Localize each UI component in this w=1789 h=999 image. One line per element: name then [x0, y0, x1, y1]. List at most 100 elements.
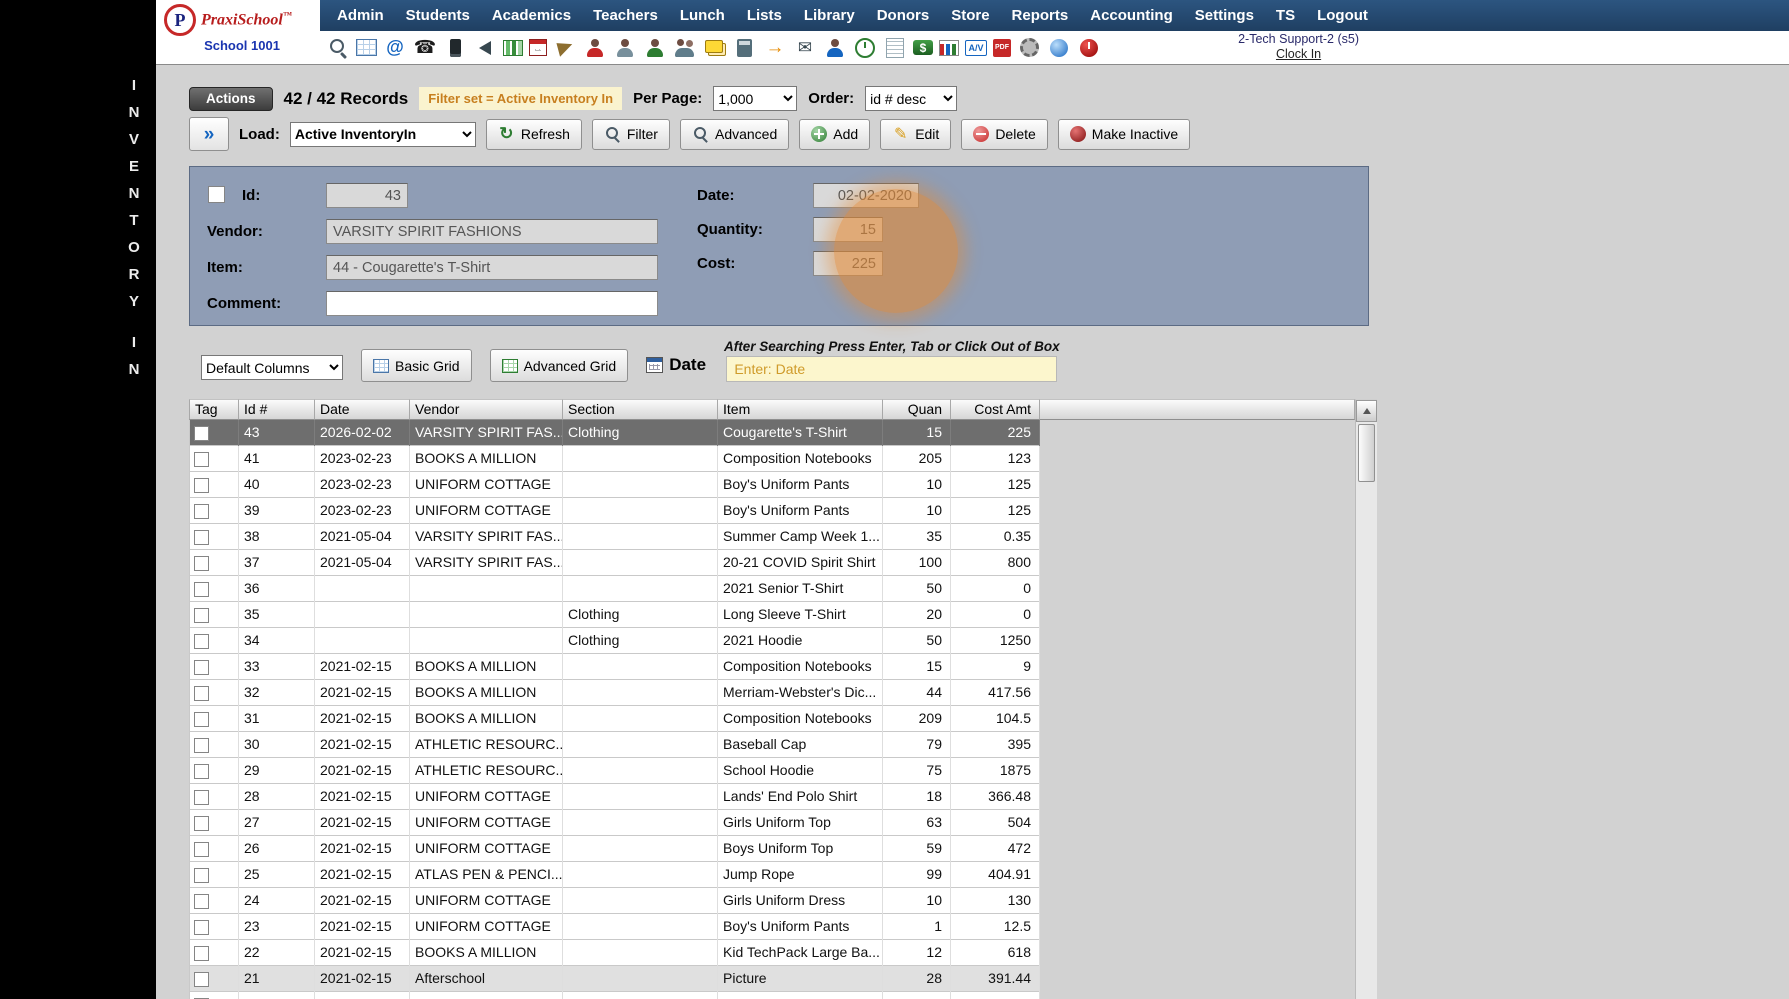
expand-menu-button[interactable]: »	[189, 117, 229, 151]
item-field[interactable]	[326, 255, 658, 280]
student-red-icon[interactable]	[583, 36, 607, 60]
table-row[interactable]: 43 2026-02-02 VARSITY SPIRIT FAS... Clot…	[189, 420, 1040, 446]
speaker-icon[interactable]	[473, 36, 497, 60]
table-row[interactable]: 26 2021-02-15 UNIFORM COTTAGE Boys Unifo…	[189, 836, 1040, 862]
table-row[interactable]: 33 2021-02-15 BOOKS A MILLION Compositio…	[189, 654, 1040, 680]
table-row[interactable]: 40 2023-02-23 UNIFORM COTTAGE Boy's Unif…	[189, 472, 1040, 498]
make-inactive-button[interactable]: Make Inactive	[1058, 119, 1190, 150]
table-row[interactable]: 27 2021-02-15 UNIFORM COTTAGE Girls Unif…	[189, 810, 1040, 836]
row-checkbox[interactable]	[194, 556, 209, 571]
form-tag-checkbox[interactable]	[208, 186, 225, 203]
table-row[interactable]: 32 2021-02-15 BOOKS A MILLION Merriam-We…	[189, 680, 1040, 706]
add-button[interactable]: Add	[799, 119, 870, 150]
mobile-icon[interactable]	[443, 36, 467, 60]
phone-icon[interactable]	[413, 36, 437, 60]
columns-select[interactable]: Default Columns	[201, 355, 343, 380]
people-blue-icon[interactable]	[823, 36, 847, 60]
nav-item[interactable]: Settings	[1184, 0, 1265, 31]
nav-item[interactable]: TS	[1265, 0, 1306, 31]
table-row[interactable]: 31 2021-02-15 BOOKS A MILLION Compositio…	[189, 706, 1040, 732]
col-quan[interactable]: Quan	[883, 399, 951, 420]
calendar-red-icon[interactable]	[529, 39, 547, 56]
filter-button[interactable]: Filter	[592, 119, 670, 150]
col-section[interactable]: Section	[563, 399, 718, 420]
calculator-icon[interactable]	[733, 36, 757, 60]
notes-icon[interactable]	[883, 36, 907, 60]
row-checkbox[interactable]	[194, 582, 209, 597]
row-checkbox[interactable]	[194, 946, 209, 961]
refresh-button[interactable]: Refresh	[486, 119, 582, 150]
date-search-input[interactable]	[726, 356, 1057, 382]
table-row[interactable]: 21 2021-02-15 Afterschool Picture 28 391…	[189, 966, 1040, 992]
chart-board-icon[interactable]	[503, 40, 523, 56]
nav-item[interactable]: Teachers	[582, 0, 669, 31]
people-icon[interactable]	[673, 36, 697, 60]
nav-item[interactable]: Lunch	[669, 0, 736, 31]
col-id[interactable]: Id #	[239, 399, 315, 420]
table-row[interactable]: 29 2021-02-15 ATHLETIC RESOURC... School…	[189, 758, 1040, 784]
globe-icon[interactable]	[1047, 36, 1071, 60]
pdf-icon[interactable]	[993, 39, 1011, 57]
basic-grid-button[interactable]: Basic Grid	[361, 349, 472, 382]
send-mail-icon[interactable]	[793, 36, 817, 60]
col-vendor[interactable]: Vendor	[410, 399, 563, 420]
nav-item[interactable]: Store	[940, 0, 1000, 31]
scrollbar-thumb[interactable]	[1358, 424, 1375, 482]
table-row[interactable]: 25 2021-02-15 ATLAS PEN & PENCI... Jump …	[189, 862, 1040, 888]
table-row[interactable]: 23 2021-02-15 UNIFORM COTTAGE Boy's Unif…	[189, 914, 1040, 940]
row-checkbox[interactable]	[194, 712, 209, 727]
forward-arrow-icon[interactable]	[763, 36, 787, 60]
row-checkbox[interactable]	[194, 816, 209, 831]
quantity-field[interactable]	[813, 217, 883, 242]
row-checkbox[interactable]	[194, 426, 209, 441]
col-tag[interactable]: Tag	[189, 399, 239, 420]
nav-item[interactable]: Students	[395, 0, 481, 31]
row-checkbox[interactable]	[194, 478, 209, 493]
search-icon[interactable]	[326, 36, 350, 60]
scroll-up-button[interactable]	[1356, 400, 1377, 422]
row-checkbox[interactable]	[194, 842, 209, 857]
table-scrollbar[interactable]	[1355, 399, 1377, 999]
row-checkbox[interactable]	[194, 764, 209, 779]
nav-item[interactable]: Logout	[1306, 0, 1379, 31]
col-cost-amt[interactable]: Cost Amt	[951, 399, 1040, 420]
clock-in-link[interactable]: Clock In	[1238, 47, 1359, 62]
edit-button[interactable]: Edit	[880, 119, 951, 150]
table-row[interactable]: 30 2021-02-15 ATHLETIC RESOURC... Baseba…	[189, 732, 1040, 758]
clock-icon[interactable]	[853, 36, 877, 60]
table-row[interactable]: 36 2021 Senior T-Shirt 50 0	[189, 576, 1040, 602]
table-row[interactable]: 28 2021-02-15 UNIFORM COTTAGE Lands' End…	[189, 784, 1040, 810]
nav-item[interactable]: Donors	[866, 0, 941, 31]
row-checkbox[interactable]	[194, 868, 209, 883]
row-checkbox[interactable]	[194, 920, 209, 935]
nav-item[interactable]: Academics	[481, 0, 582, 31]
nav-item[interactable]: Lists	[736, 0, 793, 31]
delete-button[interactable]: Delete	[961, 119, 1047, 150]
vendor-field[interactable]	[326, 219, 658, 244]
date-field[interactable]	[813, 183, 919, 208]
praxischool-logo-icon[interactable]: P	[164, 4, 196, 36]
table-row[interactable]: 24 2021-02-15 UNIFORM COTTAGE Girls Unif…	[189, 888, 1040, 914]
table-row[interactable]: 38 2021-05-04 VARSITY SPIRIT FAS... Summ…	[189, 524, 1040, 550]
row-checkbox[interactable]	[194, 738, 209, 753]
payment-icon[interactable]	[913, 40, 933, 55]
nav-item[interactable]: Library	[793, 0, 866, 31]
table-row[interactable]: 39 2023-02-23 UNIFORM COTTAGE Boy's Unif…	[189, 498, 1040, 524]
id-field[interactable]	[326, 183, 408, 208]
table-row[interactable]: 41 2023-02-23 BOOKS A MILLION Compositio…	[189, 446, 1040, 472]
power-icon[interactable]	[1077, 36, 1101, 60]
av-icon[interactable]	[965, 40, 987, 56]
nav-item[interactable]: Admin	[326, 0, 395, 31]
per-page-select[interactable]: 1,000	[713, 86, 797, 111]
row-checkbox[interactable]	[194, 452, 209, 467]
col-item[interactable]: Item	[718, 399, 883, 420]
cost-field[interactable]	[813, 251, 883, 276]
row-checkbox[interactable]	[194, 504, 209, 519]
grid-icon[interactable]	[356, 39, 377, 56]
row-checkbox[interactable]	[194, 972, 209, 987]
row-checkbox[interactable]	[194, 608, 209, 623]
row-checkbox[interactable]	[194, 894, 209, 909]
cards-icon[interactable]	[703, 36, 727, 60]
megaphone-icon[interactable]	[553, 36, 577, 60]
actions-button[interactable]: Actions	[189, 87, 273, 111]
